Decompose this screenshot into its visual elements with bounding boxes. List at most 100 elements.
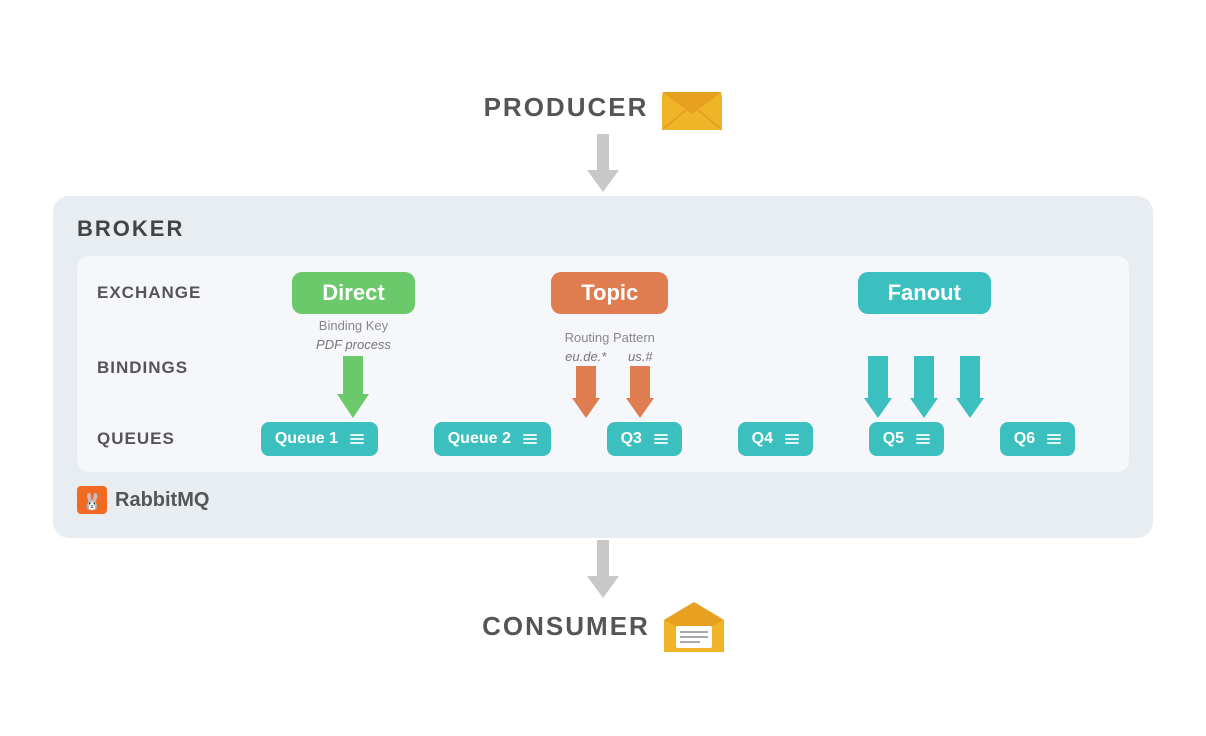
rabbitmq-logo-icon: 🐰 [77, 486, 107, 514]
line3 [654, 442, 668, 444]
queue-3-label: Q3 [621, 430, 642, 448]
producer-section: PRODUCER [484, 84, 723, 130]
queue-5-btn: Q5 [869, 422, 944, 456]
arrow-shaft-2 [597, 540, 609, 576]
topic-exchange-btn[interactable]: Topic [551, 272, 668, 314]
queue-6-label: Q6 [1014, 430, 1035, 448]
queue-1-icon [350, 434, 364, 444]
topic-label: Topic [581, 280, 638, 305]
line1 [1047, 434, 1061, 436]
topic-col: Topic [470, 272, 750, 314]
queue-3-icon [654, 434, 668, 444]
arrow-head [587, 170, 619, 192]
fanout-arrow-3 [956, 356, 984, 418]
line2 [350, 438, 364, 440]
line2 [916, 438, 930, 440]
shaft [868, 356, 888, 398]
producer-envelope-icon [662, 84, 722, 130]
consumer-section: CONSUMER [482, 600, 724, 652]
fanout-exchange-btn[interactable]: Fanout [858, 272, 991, 314]
rabbitmq-text: RabbitMQ [115, 489, 209, 512]
topic-arrow-1-shape [572, 366, 600, 418]
producer-label: PRODUCER [484, 84, 723, 130]
line2 [654, 438, 668, 440]
head [572, 398, 600, 418]
direct-label: Direct [322, 280, 384, 305]
queue-4-btn: Q4 [738, 422, 813, 456]
fanout-col: Fanout [750, 272, 1099, 314]
exchange-row: EXCHANGE Direct Topic [97, 272, 1109, 314]
bindings-row: BINDINGS Binding Key PDF process [97, 318, 1109, 418]
topic-arrow-1: eu.de.* [565, 349, 606, 418]
head [864, 398, 892, 418]
svg-text:🐰: 🐰 [82, 492, 102, 511]
shaft [960, 356, 980, 398]
bindings-arrows-container: Binding Key PDF process Routing Pattern [227, 318, 1109, 418]
consumer-envelope-icon [664, 600, 724, 652]
direct-arrow-shaft [343, 356, 363, 394]
shaft [914, 356, 934, 398]
queue-6-icon [1047, 434, 1061, 444]
topic-label-1: eu.de.* [565, 349, 606, 364]
exchange-buttons: Direct Topic Fanout [227, 272, 1109, 314]
queues-label: QUEUES [97, 429, 227, 449]
line1 [916, 434, 930, 436]
broker-to-consumer-arrow [587, 540, 619, 598]
head [956, 398, 984, 418]
line1 [350, 434, 364, 436]
diagram-wrapper: PRODUCER BROKER EXCHANGE [53, 84, 1153, 652]
topic-arrow-2: us.# [626, 349, 654, 418]
line3 [523, 442, 537, 444]
topic-arrow-2-shape [626, 366, 654, 418]
fanout-binding [750, 320, 1099, 418]
line2 [523, 438, 537, 440]
direct-exchange-btn[interactable]: Direct [292, 272, 414, 314]
producer-text: PRODUCER [484, 92, 649, 123]
line3 [916, 442, 930, 444]
queue-1-btn: Queue 1 [261, 422, 378, 456]
fanout-arrow-2 [910, 356, 938, 418]
queue-4-label: Q4 [752, 430, 773, 448]
topic-arrows-group: eu.de.* us.# [565, 349, 654, 418]
queue-4-icon [785, 434, 799, 444]
broker-box: BROKER EXCHANGE Direct Topic [53, 196, 1153, 538]
fanout-label: Fanout [888, 280, 961, 305]
line3 [785, 442, 799, 444]
routing-pattern-label: Routing Pattern [565, 330, 655, 345]
binding-value-label: PDF process [316, 337, 391, 352]
fanout-arrow-1 [864, 356, 892, 418]
broker-title: BROKER [77, 216, 1129, 242]
line3 [1047, 442, 1061, 444]
queue-5-icon [916, 434, 930, 444]
arrow-shaft [597, 134, 609, 170]
queue-3-btn: Q3 [607, 422, 682, 456]
line3 [350, 442, 364, 444]
topic-label-2: us.# [628, 349, 653, 364]
queue-2-btn: Queue 2 [434, 422, 551, 456]
producer-to-broker-arrow [587, 134, 619, 192]
line1 [654, 434, 668, 436]
exchange-label: EXCHANGE [97, 283, 227, 303]
rabbitmq-brand: 🐰 RabbitMQ [77, 486, 1129, 514]
queue-6-btn: Q6 [1000, 422, 1075, 456]
line2 [1047, 438, 1061, 440]
broker-inner: EXCHANGE Direct Topic [77, 256, 1129, 472]
fanout-arrows-group [864, 356, 984, 418]
queue-2-label: Queue 2 [448, 430, 511, 448]
shaft [576, 366, 596, 398]
queue-1-label: Queue 1 [275, 430, 338, 448]
direct-binding: Binding Key PDF process [237, 318, 470, 418]
direct-col: Direct [237, 272, 470, 314]
consumer-text: CONSUMER [482, 611, 650, 642]
queues-row: QUEUES Queue 1 Queue 2 [97, 422, 1109, 456]
binding-key-label: Binding Key [319, 318, 388, 333]
queue-5-label: Q5 [883, 430, 904, 448]
head [910, 398, 938, 418]
direct-arrow-head [337, 394, 369, 418]
queue-2-icon [523, 434, 537, 444]
direct-arrow [337, 356, 369, 418]
queues-list: Queue 1 Queue 2 [227, 422, 1109, 456]
bindings-label: BINDINGS [97, 358, 227, 378]
line1 [523, 434, 537, 436]
head [626, 398, 654, 418]
